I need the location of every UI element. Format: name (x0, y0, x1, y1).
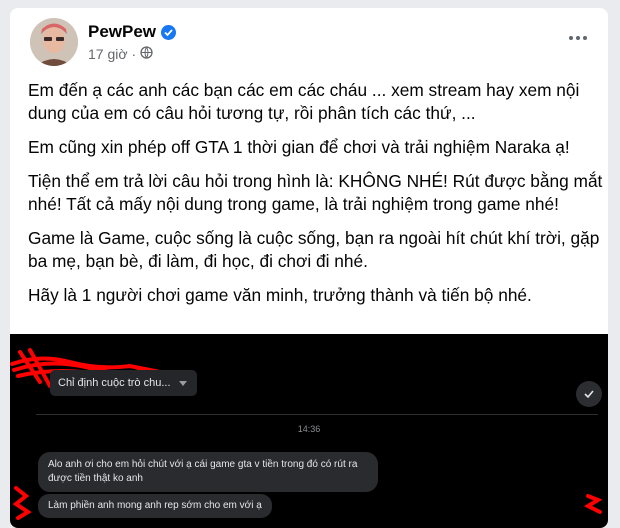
globe-icon[interactable] (140, 46, 153, 62)
post-paragraph: Game là Game, cuộc sống là cuộc sống, bạ… (28, 228, 600, 271)
post-header: PewPew 17 giờ · (10, 8, 608, 70)
verified-badge-icon (161, 24, 177, 40)
conversation-label-dropdown[interactable]: Chỉ định cuộc trò chu... (50, 370, 197, 396)
post-paragraph: Em đến ạ các anh các bạn các em các cháu… (28, 80, 580, 123)
meta-separator: · (131, 46, 137, 62)
check-icon (584, 390, 594, 399)
more-options-icon (569, 36, 573, 40)
message-time: 14:36 (297, 424, 321, 434)
attached-screenshot[interactable]: Chỉ định cuộc trò chu... 14:36 Alo anh ơ… (10, 334, 608, 528)
post-time[interactable]: 17 giờ (88, 46, 128, 62)
more-options-button[interactable] (566, 30, 590, 46)
post-body: Em đến ạ các anh các bạn các em các cháu… (28, 79, 603, 318)
redaction-scribble-left (12, 486, 32, 520)
chevron-down-icon (178, 380, 187, 386)
message-bubble: Alo anh ơi cho em hỏi chút với ạ cái gam… (38, 452, 378, 492)
author-name-text[interactable]: PewPew (88, 22, 156, 42)
conversation-label: Chỉ định cuộc trò chu... (58, 377, 171, 389)
post-meta: 17 giờ · (88, 46, 153, 62)
post-paragraph: Hãy là 1 người chơi game văn minh, trưởn… (28, 285, 532, 305)
post-paragraph: Tiện thể em trả lời câu hỏi trong hình l… (28, 171, 603, 214)
message-bubble: Làm phiền anh mong anh rep sớm cho em vớ… (38, 494, 272, 518)
check-button[interactable] (576, 381, 602, 407)
post-card: PewPew 17 giờ · Em đến ạ các anh các bạn… (10, 8, 608, 528)
author-avatar[interactable] (30, 18, 78, 66)
divider (36, 414, 598, 415)
redaction-scribble-right (584, 494, 603, 514)
author-name[interactable]: PewPew (88, 22, 177, 42)
post-paragraph: Em cũng xin phép off GTA 1 thời gian để … (28, 137, 570, 157)
